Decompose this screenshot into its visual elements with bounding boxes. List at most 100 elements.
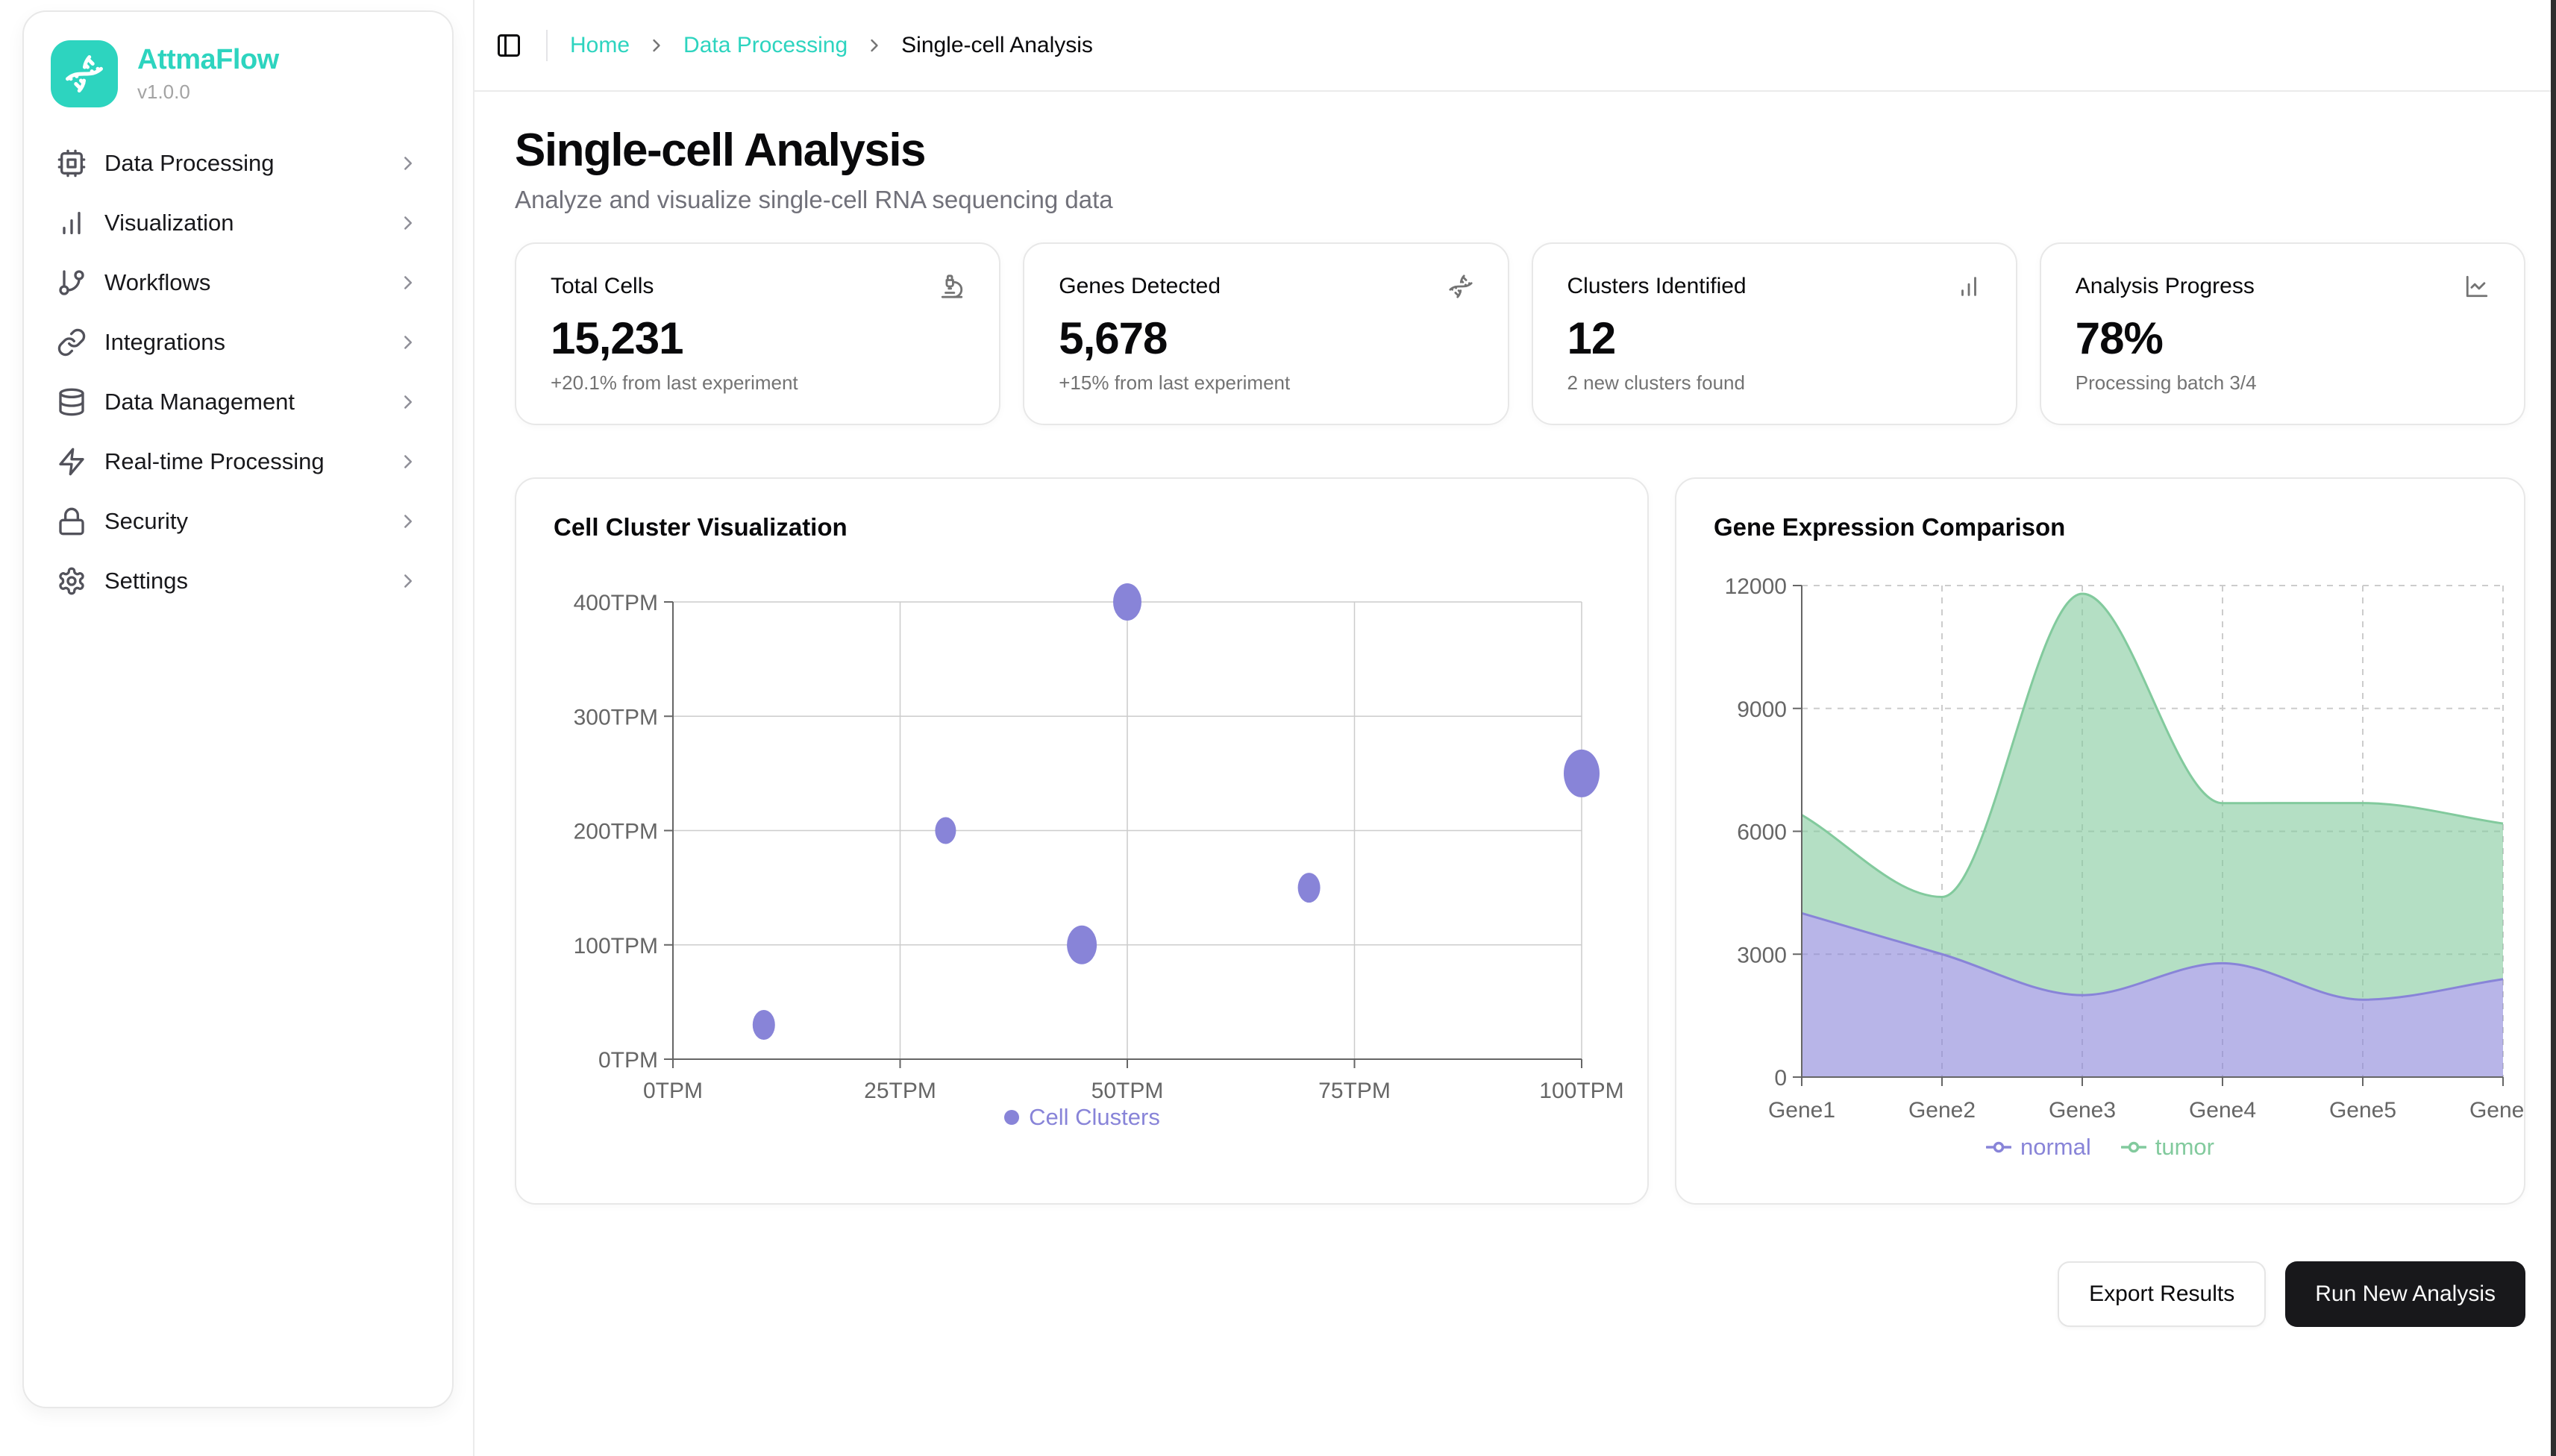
bar-chart-icon [57,208,87,238]
svg-text:Gene4: Gene4 [2189,1098,2256,1123]
charts-row: Cell Cluster Visualization 0TPM25TPM50TP… [515,477,2525,1205]
gene-expression-area-plot[interactable]: 030006000900012000Gene1Gene2Gene3Gene4Ge… [1676,479,2524,1203]
header-divider [546,30,548,61]
stat-value: 5,678 [1059,313,1473,364]
dna-icon [64,54,104,94]
legend-dot-icon [1003,1109,1020,1126]
stat-card-total-cells: Total Cells 15,231 +20.1% from last expe… [515,242,1000,425]
sidebar-item-realtime-processing[interactable]: Real-time Processing [43,437,433,486]
stat-note: +15% from last experiment [1059,371,1473,395]
svg-text:200TPM: 200TPM [574,820,658,844]
stat-label: Clusters Identified [1567,274,1747,299]
sidebar-item-visualization[interactable]: Visualization [43,198,433,248]
gear-icon [57,566,87,596]
export-results-button[interactable]: Export Results [2058,1261,2266,1327]
page-subtitle: Analyze and visualize single-cell RNA se… [515,184,2525,216]
svg-text:9000: 9000 [1737,697,1787,722]
stat-value: 78% [2076,313,2490,364]
svg-text:0TPM: 0TPM [643,1079,703,1103]
chevron-right-icon [864,35,885,56]
area-legend: normal tumor [1676,1134,2524,1161]
sidebar-item-integrations[interactable]: Integrations [43,318,433,367]
breadcrumb-data-processing[interactable]: Data Processing [683,33,848,58]
database-icon [57,387,87,417]
sidebar-item-security[interactable]: Security [43,497,433,546]
svg-text:Gene1: Gene1 [1768,1098,1835,1123]
svg-text:Gene5: Gene5 [2329,1098,2396,1123]
sidebar-item-label: Settings [104,568,379,594]
scatter-legend: Cell Clusters [516,1104,1647,1131]
stat-label: Analysis Progress [2076,274,2255,299]
chevron-right-icon [397,451,419,473]
sidebar-item-label: Data Management [104,389,379,415]
sidebar-nav: Data Processing Visualization Workflows … [43,139,433,606]
breadcrumb-current: Single-cell Analysis [901,33,1093,58]
stat-label: Total Cells [551,274,654,299]
page-title: Single-cell Analysis [515,123,2525,178]
svg-text:3000: 3000 [1737,943,1787,967]
dna-icon [1448,274,1473,299]
sidebar-item-label: Visualization [104,210,379,236]
legend-item-normal: normal [1986,1134,2091,1161]
svg-text:12000: 12000 [1725,574,1787,599]
sidebar-item-label: Real-time Processing [104,448,379,475]
chevron-right-icon [397,510,419,533]
svg-text:75TPM: 75TPM [1318,1079,1391,1103]
stat-value: 15,231 [551,313,965,364]
svg-text:6000: 6000 [1737,820,1787,845]
stat-note: Processing batch 3/4 [2076,371,2490,395]
app-version: v1.0.0 [137,81,279,104]
legend-line-icon [2121,1135,2146,1160]
sidebar-item-label: Data Processing [104,150,379,177]
sidebar-item-data-management[interactable]: Data Management [43,377,433,427]
svg-text:300TPM: 300TPM [574,705,658,729]
stat-value: 12 [1567,313,1982,364]
microscope-icon [939,274,965,299]
svg-text:Gene2: Gene2 [1908,1098,1976,1123]
chevron-right-icon [397,331,419,354]
header: Home Data Processing Single-cell Analysi… [474,0,2551,92]
stat-card-clusters-identified: Clusters Identified 12 2 new clusters fo… [1532,242,2017,425]
line-chart-icon [2464,274,2490,299]
sidebar: AttmaFlow v1.0.0 Data Processing Visuali… [0,0,474,1456]
sidebar-item-settings[interactable]: Settings [43,556,433,606]
breadcrumb-home[interactable]: Home [570,33,630,58]
svg-text:Gene3: Gene3 [2049,1098,2116,1123]
sidebar-item-label: Security [104,508,379,535]
cpu-icon [57,148,87,178]
svg-text:400TPM: 400TPM [574,591,658,615]
app-name: AttmaFlow [137,44,279,76]
stat-card-genes-detected: Genes Detected 5,678 +15% from last expe… [1023,242,1509,425]
svg-text:0TPM: 0TPM [598,1048,658,1073]
cell-cluster-scatter-plot[interactable]: 0TPM25TPM50TPM75TPM100TPM0TPM100TPM200TP… [516,479,1647,1203]
sidebar-card: AttmaFlow v1.0.0 Data Processing Visuali… [22,10,454,1408]
stat-cards: Total Cells 15,231 +20.1% from last expe… [515,242,2525,425]
main-content: Single-cell Analysis Analyze and visuali… [515,92,2525,1327]
action-buttons: Export Results Run New Analysis [515,1261,2525,1327]
chevron-right-icon [397,212,419,234]
sidebar-item-data-processing[interactable]: Data Processing [43,139,433,188]
svg-text:25TPM: 25TPM [864,1079,936,1103]
legend-item-tumor: tumor [2121,1134,2214,1161]
scrollbar[interactable] [2551,0,2556,1456]
app-logo [51,40,118,107]
legend-item-cell-clusters: Cell Clusters [1003,1104,1160,1131]
sidebar-item-workflows[interactable]: Workflows [43,258,433,307]
chevron-right-icon [397,272,419,294]
stat-card-analysis-progress: Analysis Progress 78% Processing batch 3… [2040,242,2525,425]
sidebar-item-label: Workflows [104,269,379,296]
svg-text:100TPM: 100TPM [574,934,658,958]
link-icon [57,327,87,357]
bar-chart-icon [1956,274,1982,299]
legend-label: normal [2020,1134,2091,1161]
run-new-analysis-button[interactable]: Run New Analysis [2285,1261,2525,1327]
sidebar-item-label: Integrations [104,329,379,356]
stat-note: +20.1% from last experiment [551,371,965,395]
chevron-right-icon [397,391,419,413]
chevron-right-icon [397,570,419,592]
panel-left-icon [495,32,522,59]
sidebar-toggle-button[interactable] [488,25,530,66]
zap-icon [57,447,87,477]
chevron-right-icon [646,35,667,56]
svg-text:50TPM: 50TPM [1091,1079,1164,1103]
